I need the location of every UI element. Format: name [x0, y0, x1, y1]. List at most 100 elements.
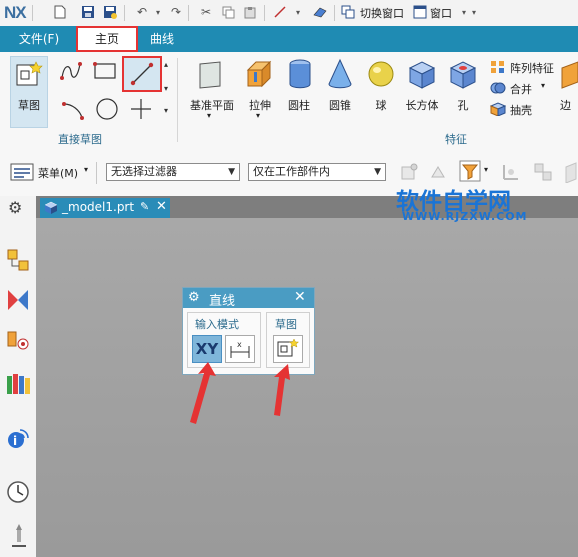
chevron-down-icon[interactable]: ▾ [290, 4, 306, 20]
part-navigator-icon[interactable] [6, 328, 30, 355]
nx-logo: NX [4, 3, 27, 22]
type-filter-value: 无选择过滤器 [111, 165, 177, 178]
line-tool-icon[interactable] [272, 4, 288, 20]
chevron-up-icon[interactable]: ▴ [164, 60, 168, 69]
chevron-down-icon[interactable]: ▾ [84, 165, 88, 174]
sphere-icon[interactable] [366, 58, 396, 93]
save-icon[interactable] [80, 4, 96, 20]
parameter-mode-button[interactable]: x [225, 335, 255, 363]
cone-icon[interactable] [326, 58, 354, 93]
watermark-url: WWW.RJZXW.COM [402, 210, 528, 223]
graphics-window[interactable] [36, 218, 578, 557]
extrude-icon[interactable] [244, 58, 276, 93]
assembly-navigator-icon[interactable] [6, 248, 30, 275]
block-label: 长方体 [405, 99, 439, 112]
unite-icon[interactable] [490, 81, 506, 98]
modified-icon: ✎ [140, 200, 150, 213]
selection-scope-value: 仅在工作部件内 [253, 165, 330, 178]
circle-icon[interactable] [94, 96, 120, 122]
group-divider [177, 58, 178, 142]
hole-label: 孔 [457, 99, 469, 112]
eraser-icon[interactable] [312, 4, 328, 20]
copy-icon[interactable] [220, 4, 236, 20]
edge-blend-label: 边 [560, 99, 571, 112]
selection-scope-select[interactable]: 仅在工作部件内 ▼ [248, 163, 386, 181]
menu-button[interactable]: 菜单(M) [38, 165, 78, 181]
separator [124, 5, 125, 21]
reuse-library-icon[interactable] [5, 372, 31, 399]
chevron-down-icon: ▼ [228, 167, 235, 177]
tab-file[interactable]: 文件(F) [8, 26, 70, 52]
window-menu-button[interactable]: 窗口 [430, 5, 452, 21]
redo-icon[interactable]: ↷ [168, 4, 184, 20]
type-filter-select[interactable]: 无选择过滤器 ▼ [106, 163, 240, 181]
customize-icon[interactable]: ▾ [466, 4, 482, 20]
unite-button[interactable]: 合并 [510, 81, 532, 97]
pattern-feature-icon[interactable] [490, 60, 506, 77]
studio-spline-icon[interactable] [58, 58, 84, 84]
chevron-down-icon[interactable]: ▾ [150, 4, 166, 20]
save-as-icon[interactable] [102, 4, 118, 20]
sketch-plane-icon [277, 338, 300, 357]
xy-mode-button[interactable]: XY [192, 335, 222, 363]
line-button[interactable] [122, 56, 162, 92]
chevron-down-icon[interactable]: ▾ [207, 111, 211, 120]
chevron-down-icon[interactable]: ▾ [541, 81, 545, 90]
dialog-title-bar[interactable]: ⚙ 直线 ✕ [183, 288, 314, 309]
pattern-feature-button[interactable]: 阵列特征 [510, 60, 554, 76]
window-icon[interactable] [412, 4, 428, 20]
separator [264, 5, 265, 21]
web-browser-icon[interactable]: i [6, 426, 30, 453]
cylinder-icon[interactable] [286, 58, 314, 93]
settings-gear-icon[interactable]: ⚙ [188, 290, 200, 305]
assembly-constraint-icon[interactable] [532, 161, 554, 186]
document-tab[interactable]: _model1.prt ✎ ✕ [40, 198, 170, 218]
switch-window-icon[interactable] [340, 4, 356, 20]
menu-icon[interactable] [10, 163, 34, 184]
tab-home[interactable]: 主页 [76, 26, 138, 52]
shell-button[interactable]: 抽壳 [510, 102, 532, 118]
separator [32, 5, 33, 21]
sketch-label: 草图 [18, 99, 40, 112]
system-scene-icon[interactable] [8, 522, 30, 551]
input-mode-label: 输入模式 [195, 318, 239, 331]
undo-icon[interactable]: ↶ [134, 4, 150, 20]
line-icon [130, 62, 154, 86]
block-icon[interactable] [406, 58, 438, 93]
svg-text:i: i [13, 434, 17, 448]
arrow-to-xy-mode [190, 362, 216, 424]
hole-icon[interactable] [448, 58, 478, 93]
point-icon[interactable] [128, 96, 154, 122]
gallery-expand-icon[interactable]: ▾ [164, 106, 168, 115]
close-icon[interactable]: ✕ [294, 289, 306, 305]
separator [188, 5, 189, 21]
datum-plane-icon[interactable] [196, 58, 228, 93]
feature-group-label: 特征 [445, 133, 467, 146]
arrow-to-sketch [274, 364, 290, 416]
chevron-down-icon[interactable]: ▾ [164, 84, 168, 93]
new-file-icon[interactable] [52, 4, 68, 20]
dialog-title: 直线 [209, 294, 236, 309]
cylinder-label: 圆柱 [288, 99, 310, 112]
shell-icon[interactable] [489, 102, 507, 119]
sketch-icon [14, 60, 44, 93]
close-tab-icon[interactable]: ✕ [156, 199, 167, 214]
cut-icon[interactable]: ✂ [198, 4, 214, 20]
history-icon[interactable] [6, 480, 30, 507]
rectangle-icon[interactable] [92, 60, 118, 82]
chevron-down-icon[interactable]: ▾ [484, 165, 488, 174]
view-icon[interactable] [564, 161, 578, 186]
separator [334, 5, 335, 21]
tab-curve[interactable]: 曲线 [142, 26, 182, 52]
switch-window-button[interactable]: 切换窗口 [360, 5, 404, 21]
paste-icon[interactable] [242, 4, 258, 20]
part-file-icon [44, 201, 58, 218]
chevron-down-icon[interactable]: ▾ [256, 111, 260, 120]
constraint-navigator-icon[interactable] [6, 288, 30, 315]
gear-icon[interactable]: ⚙ [8, 198, 22, 217]
sketch-group-label: 草图 [275, 318, 297, 331]
datum-plane-label: 基准平面 [190, 99, 234, 112]
sketch-plane-button[interactable] [273, 335, 303, 363]
arc-icon[interactable] [60, 96, 86, 122]
edge-blend-icon[interactable] [560, 58, 578, 93]
